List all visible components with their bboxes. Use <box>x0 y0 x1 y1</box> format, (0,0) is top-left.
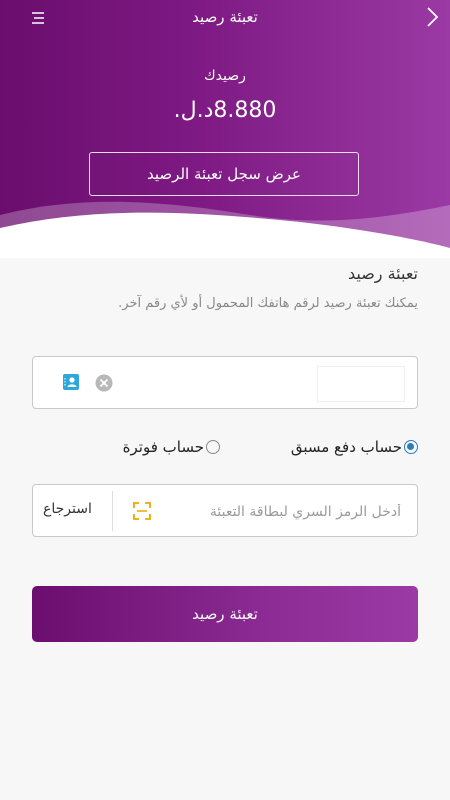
clear-icon[interactable] <box>95 374 113 392</box>
radio-postpaid[interactable]: حساب فوترة <box>123 436 220 458</box>
page-title: تعبئة رصيد <box>192 8 258 26</box>
topup-history-button[interactable]: عرض سجل تعبئة الرصيد <box>89 152 359 196</box>
section-subtitle: يمكنك تعبئة رصيد لرقم هاتفك المحمول أو ل… <box>118 296 418 311</box>
radio-prepaid-indicator[interactable] <box>404 440 418 454</box>
phone-number-field <box>32 356 418 409</box>
menu-icon[interactable] <box>30 10 46 26</box>
contact-book-icon[interactable] <box>62 373 80 391</box>
chevron-right-icon[interactable] <box>424 6 440 28</box>
field-divider <box>112 491 113 531</box>
radio-prepaid[interactable]: حساب دفع مسبق <box>291 436 418 458</box>
balance-label: رصيدك <box>204 68 246 84</box>
radio-postpaid-label: حساب فوترة <box>122 438 204 456</box>
balance-value: 8.880د.ل. <box>173 98 277 123</box>
topup-submit-button[interactable]: تعبئة رصيد <box>32 586 418 642</box>
header: تعبئة رصيد رصيدك 8.880د.ل. عرض سجل تعبئة… <box>0 0 450 258</box>
header-wave <box>0 201 450 258</box>
recharge-card-field: استرجاع <box>32 484 418 537</box>
radio-postpaid-indicator[interactable] <box>206 440 220 454</box>
phone-number-input[interactable] <box>317 366 405 402</box>
scan-icon[interactable] <box>133 502 151 520</box>
recharge-code-input[interactable] <box>179 497 403 527</box>
section-title: تعبئة رصيد <box>347 264 418 283</box>
redeem-button[interactable]: استرجاع <box>43 501 92 517</box>
radio-prepaid-label: حساب دفع مسبق <box>290 438 402 456</box>
